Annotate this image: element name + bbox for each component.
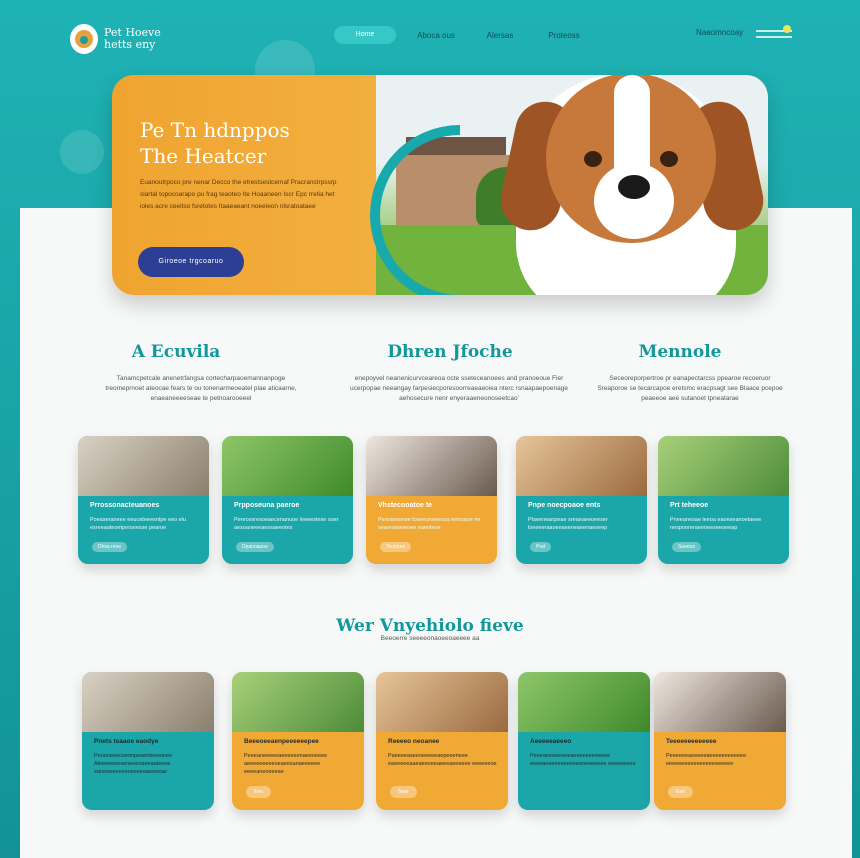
feature-heading-3: Mennole: [638, 342, 722, 362]
card-image: [82, 672, 214, 732]
background-circle: [60, 130, 104, 174]
feature-text-1: Tanamcpetcale anenetrfangsa cortecharpao…: [105, 375, 297, 402]
paw-logo-icon: [70, 24, 98, 54]
service-card[interactable]: Prrossonacteuanoes Poeaseraneee eeuceteee…: [78, 436, 209, 564]
nav-link-2[interactable]: Alersas: [476, 31, 524, 40]
card-image: [518, 672, 650, 732]
card-title: Beeeoeeaenpeeeeeepee: [244, 738, 319, 745]
card-tag-button[interactable]: Tectoree: [380, 542, 412, 552]
nav-link-1[interactable]: Aboca ous: [412, 31, 460, 40]
hero-description: Euanoutrpoco pre nenar Decco the etrests…: [140, 179, 337, 210]
card-title: Prrossonacteuanoes: [90, 502, 160, 509]
feature-heading-2: Dhren Jfoche: [387, 342, 513, 362]
card-text: Peeeaneeeeeaeeeeeenaeeoeeee aeeeeeeeeeoe…: [244, 753, 328, 775]
hero-title-line1: Pe Tn hdnppos: [140, 118, 290, 142]
info-card[interactable]: Beeeoeeaenpeeeeeepee Peeeaneeeeeaeeeeeena…: [232, 672, 364, 810]
card-tag-button[interactable]: Eeo: [246, 786, 271, 798]
nav-home-pill[interactable]: Home: [334, 26, 396, 44]
card-image: [658, 436, 789, 496]
card-text: Perecesresoeaecenanuoe leeeestese soer a…: [234, 517, 339, 531]
logo[interactable]: Pet Hoeve hetts eny: [70, 24, 184, 54]
card-title: Vhstecooatoe te: [378, 502, 433, 509]
card-text: Peoaneeeceeonpeaenteeeonee Aleeeeeoesene…: [94, 753, 173, 775]
card-text: Peroaesonee toseeoneeessa eetraaoe ne se…: [378, 517, 481, 531]
info-card[interactable]: Reeeeo neoanee Paeeeeaseeoeeeeeaepeeeneee…: [376, 672, 508, 810]
card-image: [366, 436, 497, 496]
card-title: Teeeeeeeeeeeee: [666, 738, 717, 745]
section2-subtext: Beeoerre seeeeonaoeeoaeeee aa: [380, 635, 480, 642]
card-title: Reeeeo neoanee: [388, 738, 440, 745]
card-title: Prpposeuna paeroe: [234, 502, 300, 509]
card-text: Peeeeeeaeeeeeaeeeeeeeeeeee eeeeeeeeeeeee…: [666, 753, 747, 767]
menu-icon-bar: [756, 36, 792, 38]
nav-account-link[interactable]: Naaomncoay: [696, 28, 743, 37]
feature-heading-1: A Ecuvila: [131, 342, 221, 362]
card-image: [376, 672, 508, 732]
section2-heading: Wer Vnyehiolo fieve: [336, 616, 524, 636]
card-title: Aeeeeeaeeeo: [530, 738, 572, 745]
card-text: Poeaseraneee eeuceteeesntpe eeo elu esre…: [90, 517, 187, 531]
card-text: Peeeaeeaeeeeeaeeeeeeeeeeee eeeeaeeeeeeee…: [530, 753, 636, 767]
info-card[interactable]: Pnets tsaaoe eaodye Peoaneeeceeonpeaentee…: [82, 672, 214, 810]
card-image: [654, 672, 786, 732]
service-card[interactable]: Pnpe noecpoaoe ents Plaeeneanpeae sreaeae…: [516, 436, 647, 564]
card-text: Plaeeneanpeae sreaeaeeoeeser loeeeeraaoe…: [528, 517, 608, 531]
card-title: Pnets tsaaoe eaodye: [94, 738, 159, 745]
card-tag-button[interactable]: Dpanoauos: [236, 542, 274, 552]
hero-title-line2: The Heatcer: [140, 144, 267, 168]
card-image: [232, 672, 364, 732]
card-tag-button[interactable]: Prat: [530, 542, 552, 552]
service-card[interactable]: Prpposeuna paeroe Perecesresoeaecenanuoe …: [222, 436, 353, 564]
dog-illustration: [495, 75, 768, 295]
main-nav: Home Aboca ous Alersas Proteoss: [334, 26, 588, 44]
card-image: [516, 436, 647, 496]
card-title: Prt teheeoe: [670, 502, 709, 509]
card-text: Paeeeeaseeoeeeeeaepeeeneee eaeeeeeaaeaee…: [388, 753, 497, 767]
service-card[interactable]: Vhstecooatoe te Peroaesonee toseeoneeessa…: [366, 436, 497, 564]
feature-text-3: Seceoreporpertroe pr eanapectarcss ppear…: [597, 375, 783, 402]
card-tag-button[interactable]: Eee: [668, 786, 693, 798]
info-card[interactable]: Aeeeeeaeeeo Peeeaeeaeeeeeaeeeeeeeeeeee ee…: [518, 672, 650, 810]
card-image: [78, 436, 209, 496]
card-image: [222, 436, 353, 496]
service-card[interactable]: Prt teheeoe Pneeanesae leeoa eaoeseanoeta…: [658, 436, 789, 564]
feature-text-2: enepoyvel neanenicurvceareoa octe ssetec…: [350, 375, 568, 402]
card-tag-button[interactable]: Dhsa rene: [92, 542, 128, 552]
card-title: Pnpe noecpoaoe ents: [528, 502, 601, 509]
card-tag-button[interactable]: Sere: [390, 786, 417, 798]
nav-link-3[interactable]: Proteoss: [540, 31, 588, 40]
logo-text: Pet Hoeve hetts eny: [104, 26, 161, 51]
info-card[interactable]: Teeeeeeeeeeeee Peeeeeeaeeeeeaeeeeeeeeeeee…: [654, 672, 786, 810]
card-text: Pneeanesae leeoa eaoeseanoetaeee nespnor…: [670, 517, 762, 531]
notification-dot-icon: [783, 25, 791, 33]
hero-cta-button[interactable]: Giroeoe trgcoaruo: [138, 247, 244, 277]
card-tag-button[interactable]: Seeeos: [672, 542, 701, 552]
hero-title: Pe Tn hdnppos The Heatcer: [140, 117, 370, 169]
hero-banner: Pe Tn hdnppos The Heatcer Euanoutrpoco p…: [112, 75, 768, 295]
